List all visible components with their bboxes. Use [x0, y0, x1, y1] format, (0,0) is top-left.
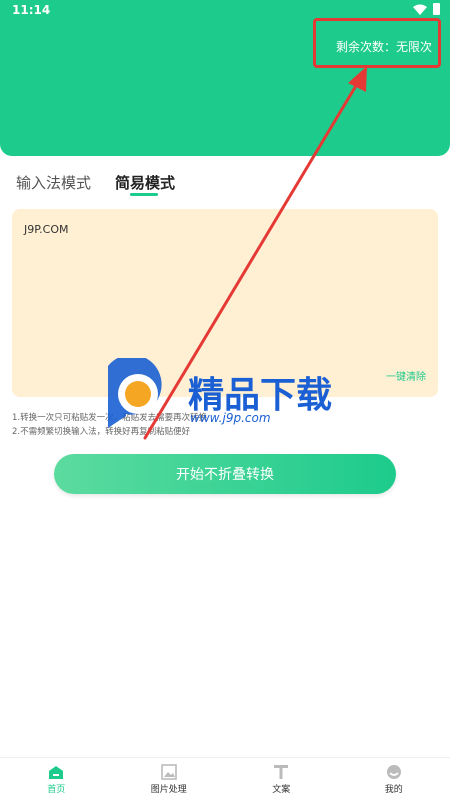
tab-simple-mode[interactable]: 简易模式 — [115, 172, 175, 193]
clear-button[interactable]: 一键清除 — [386, 368, 426, 383]
remaining-count: 剩余次数：无限次 — [336, 38, 432, 55]
home-icon — [48, 764, 64, 780]
active-tab-indicator — [130, 193, 158, 196]
nav-label: 首页 — [47, 782, 65, 795]
image-icon — [161, 764, 177, 780]
status-time: 11:14 — [12, 3, 50, 17]
nav-item-image[interactable]: 图片处理 — [113, 758, 226, 801]
nav-label: 文案 — [272, 782, 290, 795]
start-convert-button[interactable]: 开始不折叠转换 — [54, 454, 396, 494]
text-icon — [273, 764, 289, 780]
start-convert-label: 开始不折叠转换 — [176, 464, 274, 484]
battery-icon — [433, 3, 440, 15]
nav-label: 我的 — [385, 782, 403, 795]
nav-item-home[interactable]: 首页 — [0, 758, 113, 801]
watermark-logo-icon — [100, 358, 172, 430]
wifi-icon — [413, 4, 427, 15]
watermark-url: www.j9p.com — [190, 411, 271, 425]
profile-icon — [386, 764, 402, 780]
bottom-nav: 首页 图片处理 文案 我的 — [0, 757, 450, 801]
nav-label: 图片处理 — [151, 782, 187, 795]
nav-item-profile[interactable]: 我的 — [338, 758, 450, 801]
status-icons — [413, 3, 440, 15]
input-text: J9P.COM — [24, 223, 69, 236]
tab-input-method-mode[interactable]: 输入法模式 — [16, 172, 91, 193]
nav-item-text[interactable]: 文案 — [225, 758, 338, 801]
mode-tabs: 输入法模式 简易模式 — [16, 172, 175, 193]
